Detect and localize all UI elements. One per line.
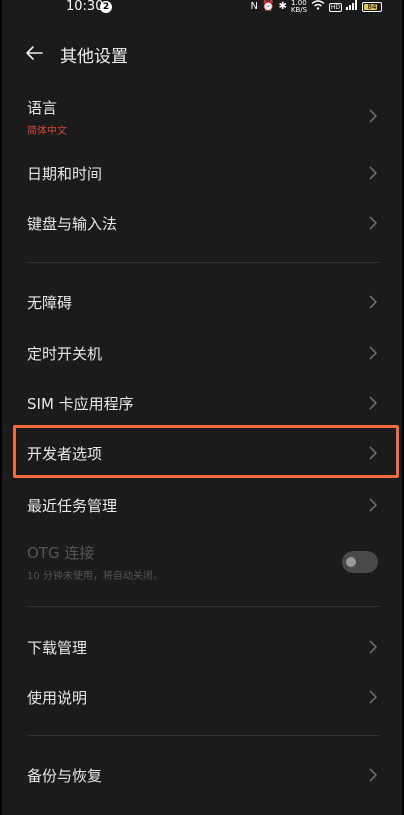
divider: [27, 262, 380, 263]
setting-label: 最近任务管理: [27, 497, 118, 515]
setting-recent-tasks[interactable]: 最近任务管理: [2, 480, 402, 530]
setting-label: 下载管理: [27, 639, 88, 657]
chevron-right-icon: [369, 346, 377, 360]
setting-keyboard-input[interactable]: 键盘与输入法: [2, 198, 402, 248]
setting-date-time[interactable]: 日期和时间: [2, 148, 402, 198]
setting-sublabel: 10 分钟未使用，将自动关闭。: [27, 571, 163, 582]
status-bar: 10:30 2 N ⏰ ✱ 1.00 KB/S HD 84: [2, 0, 402, 14]
status-icons: N ⏰ ✱ 1.00 KB/S HD 84: [251, 0, 382, 14]
toggle-knob: [346, 557, 356, 567]
setting-label: 键盘与输入法: [27, 215, 118, 233]
setting-label: 无障碍: [27, 294, 73, 312]
setting-label: 定时开关机: [27, 345, 103, 363]
setting-user-guide[interactable]: 使用说明: [2, 672, 402, 722]
back-arrow-icon[interactable]: [24, 43, 44, 63]
setting-label: SIM 卡应用程序: [27, 395, 134, 413]
setting-language[interactable]: 语言 简体中文: [2, 91, 402, 147]
chevron-right-icon: [369, 690, 377, 704]
chevron-right-icon: [369, 446, 377, 460]
chevron-right-icon: [369, 166, 377, 180]
net-speed-icon: 1.00 KB/S: [290, 0, 308, 14]
setting-sim-apps[interactable]: SIM 卡应用程序: [2, 378, 402, 428]
setting-backup-restore[interactable]: 备份与恢复: [2, 750, 402, 800]
setting-label: 使用说明: [27, 689, 88, 707]
wifi-icon: [311, 0, 325, 15]
page-title: 其他设置: [60, 47, 128, 67]
setting-label: 语言: [27, 99, 58, 117]
chevron-right-icon: [369, 396, 377, 410]
setting-accessibility[interactable]: 无障碍: [2, 277, 402, 327]
divider: [27, 606, 380, 607]
setting-developer-options[interactable]: 开发者选项: [2, 428, 402, 478]
chevron-right-icon: [369, 498, 377, 512]
status-time: 10:30: [66, 0, 104, 14]
chevron-right-icon: [369, 768, 377, 782]
chevron-right-icon: [369, 295, 377, 309]
setting-downloads[interactable]: 下载管理: [2, 622, 402, 672]
setting-sublabel: 简体中文: [27, 126, 67, 137]
otg-toggle[interactable]: [342, 551, 378, 573]
setting-scheduled-power[interactable]: 定时开关机: [2, 328, 402, 378]
battery-icon: 84: [362, 2, 382, 12]
alarm-icon: ⏰: [262, 1, 275, 12]
hd-icon: HD: [328, 2, 342, 12]
divider: [27, 735, 380, 736]
chevron-right-icon: [369, 109, 377, 123]
bluetooth-icon: ✱: [278, 1, 287, 12]
setting-label: OTG 连接: [27, 544, 95, 562]
chevron-right-icon: [369, 216, 377, 230]
nfc-icon: N: [250, 1, 259, 12]
setting-label: 开发者选项: [27, 445, 103, 463]
setting-label: 备份与恢复: [27, 767, 103, 785]
signal-icon: [346, 0, 358, 15]
header: 其他设置: [2, 33, 402, 73]
setting-label: 日期和时间: [27, 165, 103, 183]
screen: 10:30 2 N ⏰ ✱ 1.00 KB/S HD 84 其他设置 语言 简体…: [0, 0, 404, 815]
chevron-right-icon: [369, 640, 377, 654]
notification-badge: 2: [100, 1, 112, 13]
battery-level: 84: [367, 3, 377, 11]
